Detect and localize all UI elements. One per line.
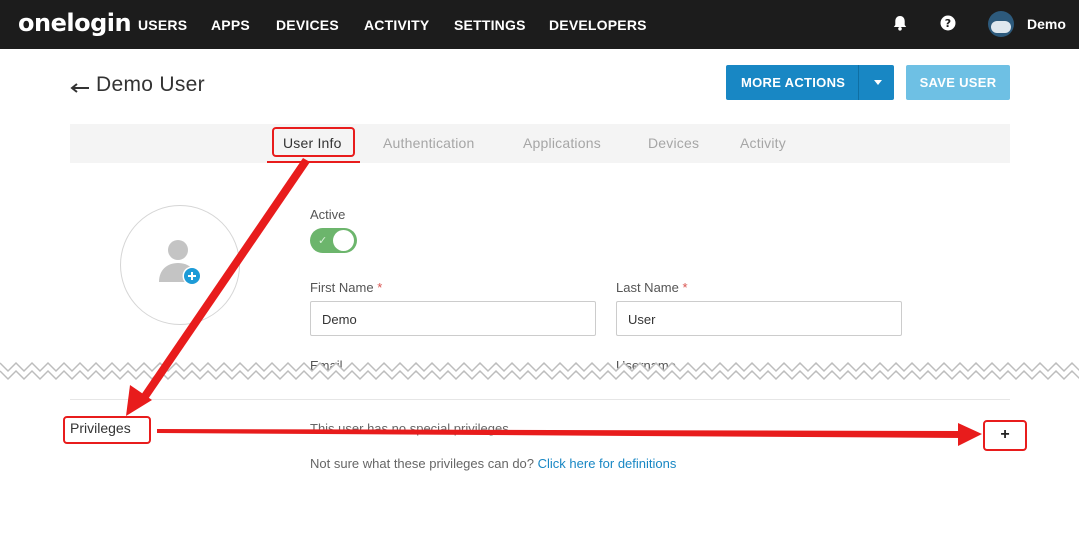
nav-devices[interactable]: DEVICES	[276, 17, 339, 33]
torn-edge-divider	[0, 361, 1079, 381]
nav-settings[interactable]: SETTINGS	[454, 17, 526, 33]
active-toggle[interactable]: ✓	[310, 228, 357, 253]
top-nav: onelogin USERS APPS DEVICES ACTIVITY SET…	[0, 0, 1079, 49]
more-actions-button[interactable]: MORE ACTIONS	[726, 65, 894, 100]
more-actions-label: MORE ACTIONS	[741, 75, 846, 90]
check-icon: ✓	[318, 235, 328, 247]
tab-activity[interactable]: Activity	[740, 135, 786, 151]
active-label: Active	[310, 207, 346, 222]
arrow-shaft-right	[157, 429, 962, 438]
help-icon[interactable]: ?	[939, 14, 957, 32]
last-name-field[interactable]: User	[616, 301, 902, 336]
privileges-help: Not sure what these privileges can do? C…	[310, 456, 677, 471]
tab-authentication[interactable]: Authentication	[383, 135, 475, 151]
onelogin-logo[interactable]: onelogin	[18, 9, 132, 37]
tab-applications[interactable]: Applications	[523, 135, 601, 151]
nav-apps[interactable]: APPS	[211, 17, 250, 33]
tab-devices[interactable]: Devices	[648, 135, 699, 151]
first-name-label: First Name *	[310, 280, 383, 295]
privileges-label: Privileges	[70, 420, 131, 436]
bell-icon[interactable]	[891, 14, 909, 32]
arrow-head-right	[958, 423, 982, 446]
button-divider	[858, 65, 859, 100]
privileges-definitions-link[interactable]: Click here for definitions	[538, 456, 677, 471]
add-privilege-button[interactable]: +	[985, 422, 1025, 450]
user-menu-name[interactable]: Demo	[1027, 16, 1066, 32]
back-arrow-icon[interactable]	[70, 79, 90, 95]
tab-user-info[interactable]: User Info	[283, 135, 342, 151]
page-title: Demo User	[96, 73, 205, 96]
nav-developers[interactable]: DEVELOPERS	[549, 17, 647, 33]
nav-activity[interactable]: ACTIVITY	[364, 17, 429, 33]
last-name-label: Last Name *	[616, 280, 688, 295]
first-name-field[interactable]: Demo	[310, 301, 596, 336]
arrow-head-down	[126, 385, 152, 416]
chevron-down-icon[interactable]	[874, 80, 882, 85]
privileges-status: This user has no special privileges	[310, 421, 509, 436]
svg-text:?: ?	[945, 17, 951, 30]
nav-users[interactable]: USERS	[138, 17, 187, 33]
save-user-button[interactable]: SAVE USER	[906, 65, 1010, 100]
section-divider	[70, 399, 1010, 400]
user-avatar[interactable]	[988, 11, 1014, 37]
toggle-knob	[333, 230, 354, 251]
add-photo-icon[interactable]	[158, 238, 202, 288]
